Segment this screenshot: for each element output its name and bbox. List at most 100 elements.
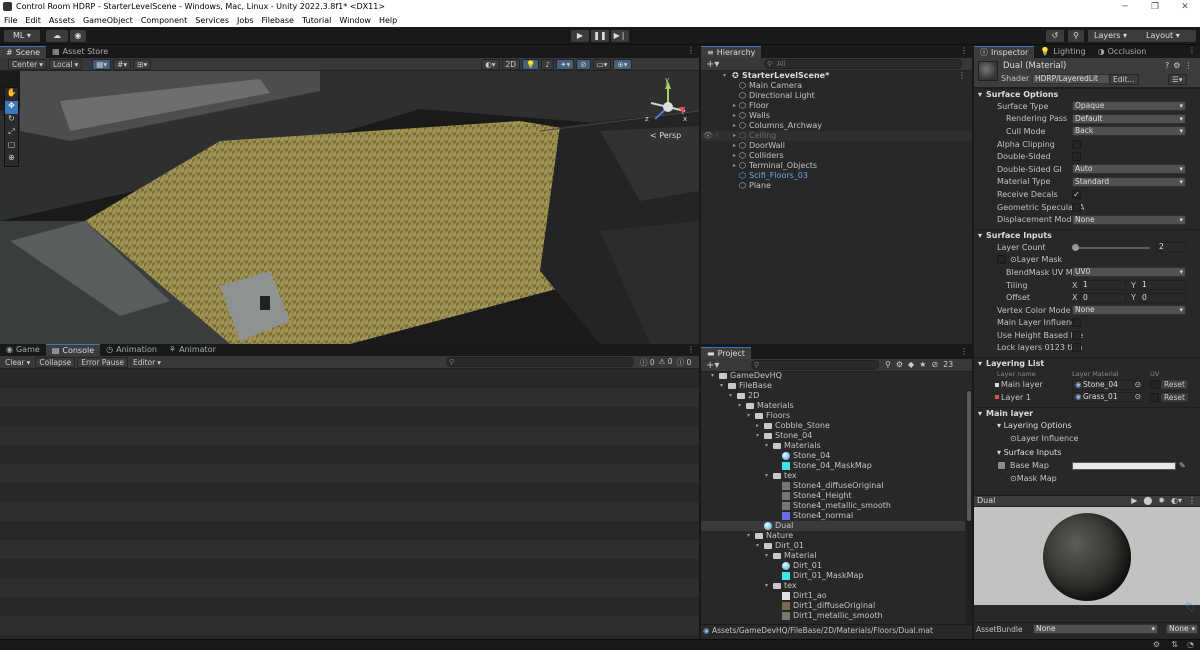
layout-dropdown[interactable]: Layout ▾ — [1140, 30, 1196, 42]
audio-toggle-icon[interactable]: ♪ — [541, 58, 555, 70]
layer-mask-toggle[interactable] — [997, 255, 1006, 265]
panel-menu-icon[interactable]: ⋮ — [687, 46, 695, 55]
collab-icon[interactable]: ◉ — [70, 30, 86, 42]
lock-layers-checkbox[interactable] — [1072, 343, 1081, 353]
main-layer-influence-checkbox[interactable] — [1072, 318, 1081, 328]
blendmask-uv-dropdown[interactable]: UV0 — [1072, 267, 1186, 278]
play-icon[interactable]: ▶ — [571, 30, 589, 42]
project-item[interactable]: Stone4_metallic_smooth — [701, 501, 965, 511]
material-preview[interactable]: 🏷 — [974, 507, 1200, 613]
base-map-texture-slot[interactable] — [997, 461, 1006, 471]
minimize-icon[interactable]: ─ — [1110, 0, 1140, 14]
preview-play-icon[interactable]: ▶ — [1131, 496, 1137, 506]
menu-edit[interactable]: Edit — [25, 16, 41, 25]
surface-option-checkbox[interactable] — [1072, 139, 1081, 149]
project-item[interactable]: ▾ Dirt_01 — [701, 541, 965, 551]
preview-shape-icon[interactable]: ⬤ — [1143, 496, 1152, 506]
grid-snap-button[interactable]: ▦▾ — [92, 58, 112, 70]
base-map-color-field[interactable] — [1072, 461, 1176, 470]
project-item[interactable]: Stone4_normal — [701, 511, 965, 521]
surface-option-checkbox[interactable] — [1072, 152, 1081, 162]
object-picker-icon[interactable]: ⊙ — [1135, 380, 1141, 389]
edit-shader-button[interactable]: Edit... — [1109, 74, 1139, 85]
history-icon[interactable]: ↺ — [1046, 30, 1064, 42]
offset-y-field[interactable]: 0 — [1139, 292, 1186, 303]
offset-x-field[interactable]: 0 — [1080, 292, 1126, 303]
menu-assets[interactable]: Assets — [49, 16, 75, 25]
more-icon[interactable]: ⋮ — [1184, 61, 1192, 70]
menu-tutorial[interactable]: Tutorial — [302, 16, 331, 25]
hierarchy-menu-icon[interactable]: ⋮ — [960, 46, 968, 55]
scene-menu-icon[interactable]: ⋮ — [958, 71, 966, 81]
network-icon[interactable]: ⇅ — [1171, 640, 1178, 649]
draw-mode-button[interactable]: ◐▾ — [481, 58, 500, 70]
mask-map-texture-slot[interactable] — [997, 473, 1006, 483]
project-item[interactable]: Stone4_Height — [701, 491, 965, 501]
project-item[interactable]: ▾ Nature — [701, 531, 965, 541]
gizmos-dropdown[interactable]: ⊕▾ — [613, 58, 632, 70]
layer-reset-button[interactable]: Reset — [1160, 391, 1189, 403]
project-item[interactable]: Dual — [701, 521, 965, 531]
main-layer-header[interactable]: ▾ Main layer — [974, 407, 1200, 419]
list-dropdown[interactable]: ☰▾ — [1168, 74, 1187, 85]
hierarchy-search-input[interactable]: ⚲ All — [764, 59, 962, 69]
create-button[interactable]: +▾ — [703, 59, 722, 70]
tiling-x-field[interactable]: 1 — [1080, 280, 1126, 291]
project-item[interactable]: ▾ tex — [701, 581, 965, 591]
surface-option-dropdown[interactable]: Auto — [1072, 164, 1186, 175]
tab-occlusion[interactable]: ◑ Occlusion — [1092, 46, 1153, 58]
eyedropper-icon[interactable]: ✎ — [1179, 461, 1186, 470]
help-icon[interactable]: ? — [1165, 61, 1169, 70]
object-picker-icon[interactable]: ⊙ — [1135, 393, 1141, 401]
layering-list-header[interactable]: ▾ Layering List — [974, 357, 1200, 369]
lighting-toggle-icon[interactable]: 💡 — [522, 58, 540, 70]
menu-window[interactable]: Window — [339, 16, 371, 25]
surface-option-dropdown[interactable]: Default — [1072, 113, 1186, 124]
asset-label-icon[interactable]: 🏷 — [1185, 603, 1196, 613]
surface-inputs-sub-header[interactable]: ▾ Surface Inputs — [997, 448, 1061, 457]
layer-reset-button[interactable]: Reset — [1160, 379, 1189, 391]
bug-report-icon[interactable]: ⚙ — [1153, 640, 1160, 649]
tiling-y-field[interactable]: 1 — [1139, 280, 1186, 291]
project-item[interactable]: Dirt1_diffuseOriginal — [701, 601, 965, 611]
layer-count-slider[interactable] — [1072, 243, 1150, 251]
vertex-color-mode-dropdown[interactable]: None — [1072, 305, 1186, 316]
project-item[interactable]: Dirt1_ao — [701, 591, 965, 601]
surface-option-dropdown[interactable]: Back — [1072, 126, 1186, 137]
project-item[interactable]: Dirt_01_MaskMap — [701, 571, 965, 581]
inspector-menu-icon[interactable]: ⋮ — [1188, 46, 1196, 55]
assetbundle-name-dropdown[interactable]: None — [1033, 624, 1158, 634]
assetbundle-variant-dropdown[interactable]: None — [1166, 624, 1198, 634]
cloud-icon[interactable]: ☁ — [46, 30, 68, 42]
surface-option-dropdown[interactable]: None — [1072, 214, 1186, 225]
layer-material-field[interactable]: ◉ Stone_04 ⊙ — [1072, 379, 1144, 390]
hierarchy-scene-root[interactable]: ▾ ✪ StarterLevelScene* ⋮ — [701, 71, 972, 81]
layer-material-field[interactable]: ◉ Grass_01 ⊙ — [1072, 392, 1144, 403]
hidden-objects-icon[interactable]: ⊘ — [576, 58, 591, 70]
layer-uv-checkbox[interactable] — [1150, 380, 1159, 390]
project-item[interactable]: Dirt_01 — [701, 561, 965, 571]
search-icon[interactable]: ⚲ — [1068, 30, 1084, 42]
height-based-blend-checkbox[interactable] — [1072, 330, 1081, 340]
pivot-dropdown[interactable]: Center ▾ — [8, 58, 48, 70]
surface-option-dropdown[interactable]: Opaque — [1072, 101, 1186, 112]
surface-option-checkbox[interactable]: ✓ — [1072, 189, 1081, 199]
tab-lighting[interactable]: 💡 Lighting — [1034, 46, 1091, 58]
project-item[interactable]: ▾ Material — [701, 551, 965, 561]
preview-menu-icon[interactable]: ⋮ — [1188, 496, 1196, 506]
menu-file[interactable]: File — [4, 16, 17, 25]
mode-2d-button[interactable]: 2D — [501, 58, 521, 70]
preview-bg-icon[interactable]: ◐▾ — [1171, 496, 1182, 506]
menu-services[interactable]: Services — [195, 16, 229, 25]
menu-filebase[interactable]: Filebase — [262, 16, 294, 25]
surface-inputs-header[interactable]: ▾ Surface Inputs — [974, 228, 1200, 241]
camera-dropdown[interactable]: ▭▾ — [592, 58, 612, 70]
step-icon[interactable]: ▶❘ — [611, 30, 629, 42]
layer-count-field[interactable]: 2 — [1156, 242, 1186, 253]
snap-increment-button[interactable]: ⊞▾ — [133, 58, 152, 70]
menu-jobs[interactable]: Jobs — [237, 16, 254, 25]
maximize-icon[interactable]: ❐ — [1140, 0, 1170, 14]
preview-light-icon[interactable]: ✹ — [1158, 496, 1165, 506]
effects-dropdown[interactable]: ✦▾ — [556, 58, 575, 70]
layering-options-header[interactable]: ▾ Layering Options — [997, 421, 1072, 430]
